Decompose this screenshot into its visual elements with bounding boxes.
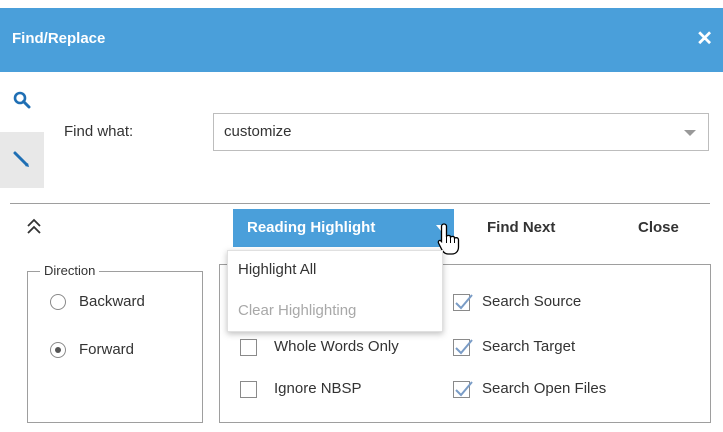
checkmark-icon [455,294,473,310]
section-divider [10,203,710,204]
dialog-titlebar: Find/Replace ✕ [0,8,723,72]
direction-group: Direction Backward Forward [27,263,203,423]
backward-label[interactable]: Backward [79,293,145,310]
pencil-icon [13,151,29,167]
search-source-label[interactable]: Search Source [482,293,581,310]
ignore-nbsp-label[interactable]: Ignore NBSP [274,380,362,397]
close-button[interactable]: Close [638,219,679,236]
radio-forward[interactable] [50,342,66,358]
checkbox-search-source[interactable] [453,294,473,311]
radio-backward[interactable] [50,294,66,310]
sidebar-item-find[interactable] [0,72,44,128]
reading-highlight-menu: Highlight All Clear Highlighting [227,250,443,332]
collapse-up-icon[interactable] [24,216,44,238]
forward-label[interactable]: Forward [79,341,134,358]
checkmark-icon [455,381,473,397]
reading-highlight-split-button[interactable]: Reading Highlight [233,209,454,247]
dialog-title: Find/Replace [12,30,106,47]
whole-words-label[interactable]: Whole Words Only [274,338,399,355]
find-what-label: Find what: [64,123,134,140]
find-what-input[interactable] [222,122,666,141]
checkmark-icon [455,339,473,355]
direction-legend: Direction [40,263,100,278]
search-target-label[interactable]: Search Target [482,338,575,355]
close-icon[interactable]: ✕ [696,26,713,51]
checkbox-search-open-files[interactable] [453,381,473,398]
search-icon [13,91,31,109]
find-what-combobox[interactable] [213,113,709,151]
checkbox-whole-words[interactable] [240,339,257,356]
sidebar-item-replace[interactable] [0,132,44,188]
menu-item-highlight-all[interactable]: Highlight All [238,261,316,278]
find-replace-dialog: Find/Replace ✕ Find what: Reading Highli… [0,0,723,432]
reading-highlight-label: Reading Highlight [247,219,376,236]
checkbox-ignore-nbsp[interactable] [240,381,257,398]
menu-item-clear-highlighting: Clear Highlighting [238,302,357,319]
chevron-down-icon[interactable] [684,130,696,136]
mode-sidebar [0,72,44,202]
checkbox-search-target[interactable] [453,339,473,356]
find-next-button[interactable]: Find Next [487,219,555,236]
search-open-files-label[interactable]: Search Open Files [482,380,606,397]
